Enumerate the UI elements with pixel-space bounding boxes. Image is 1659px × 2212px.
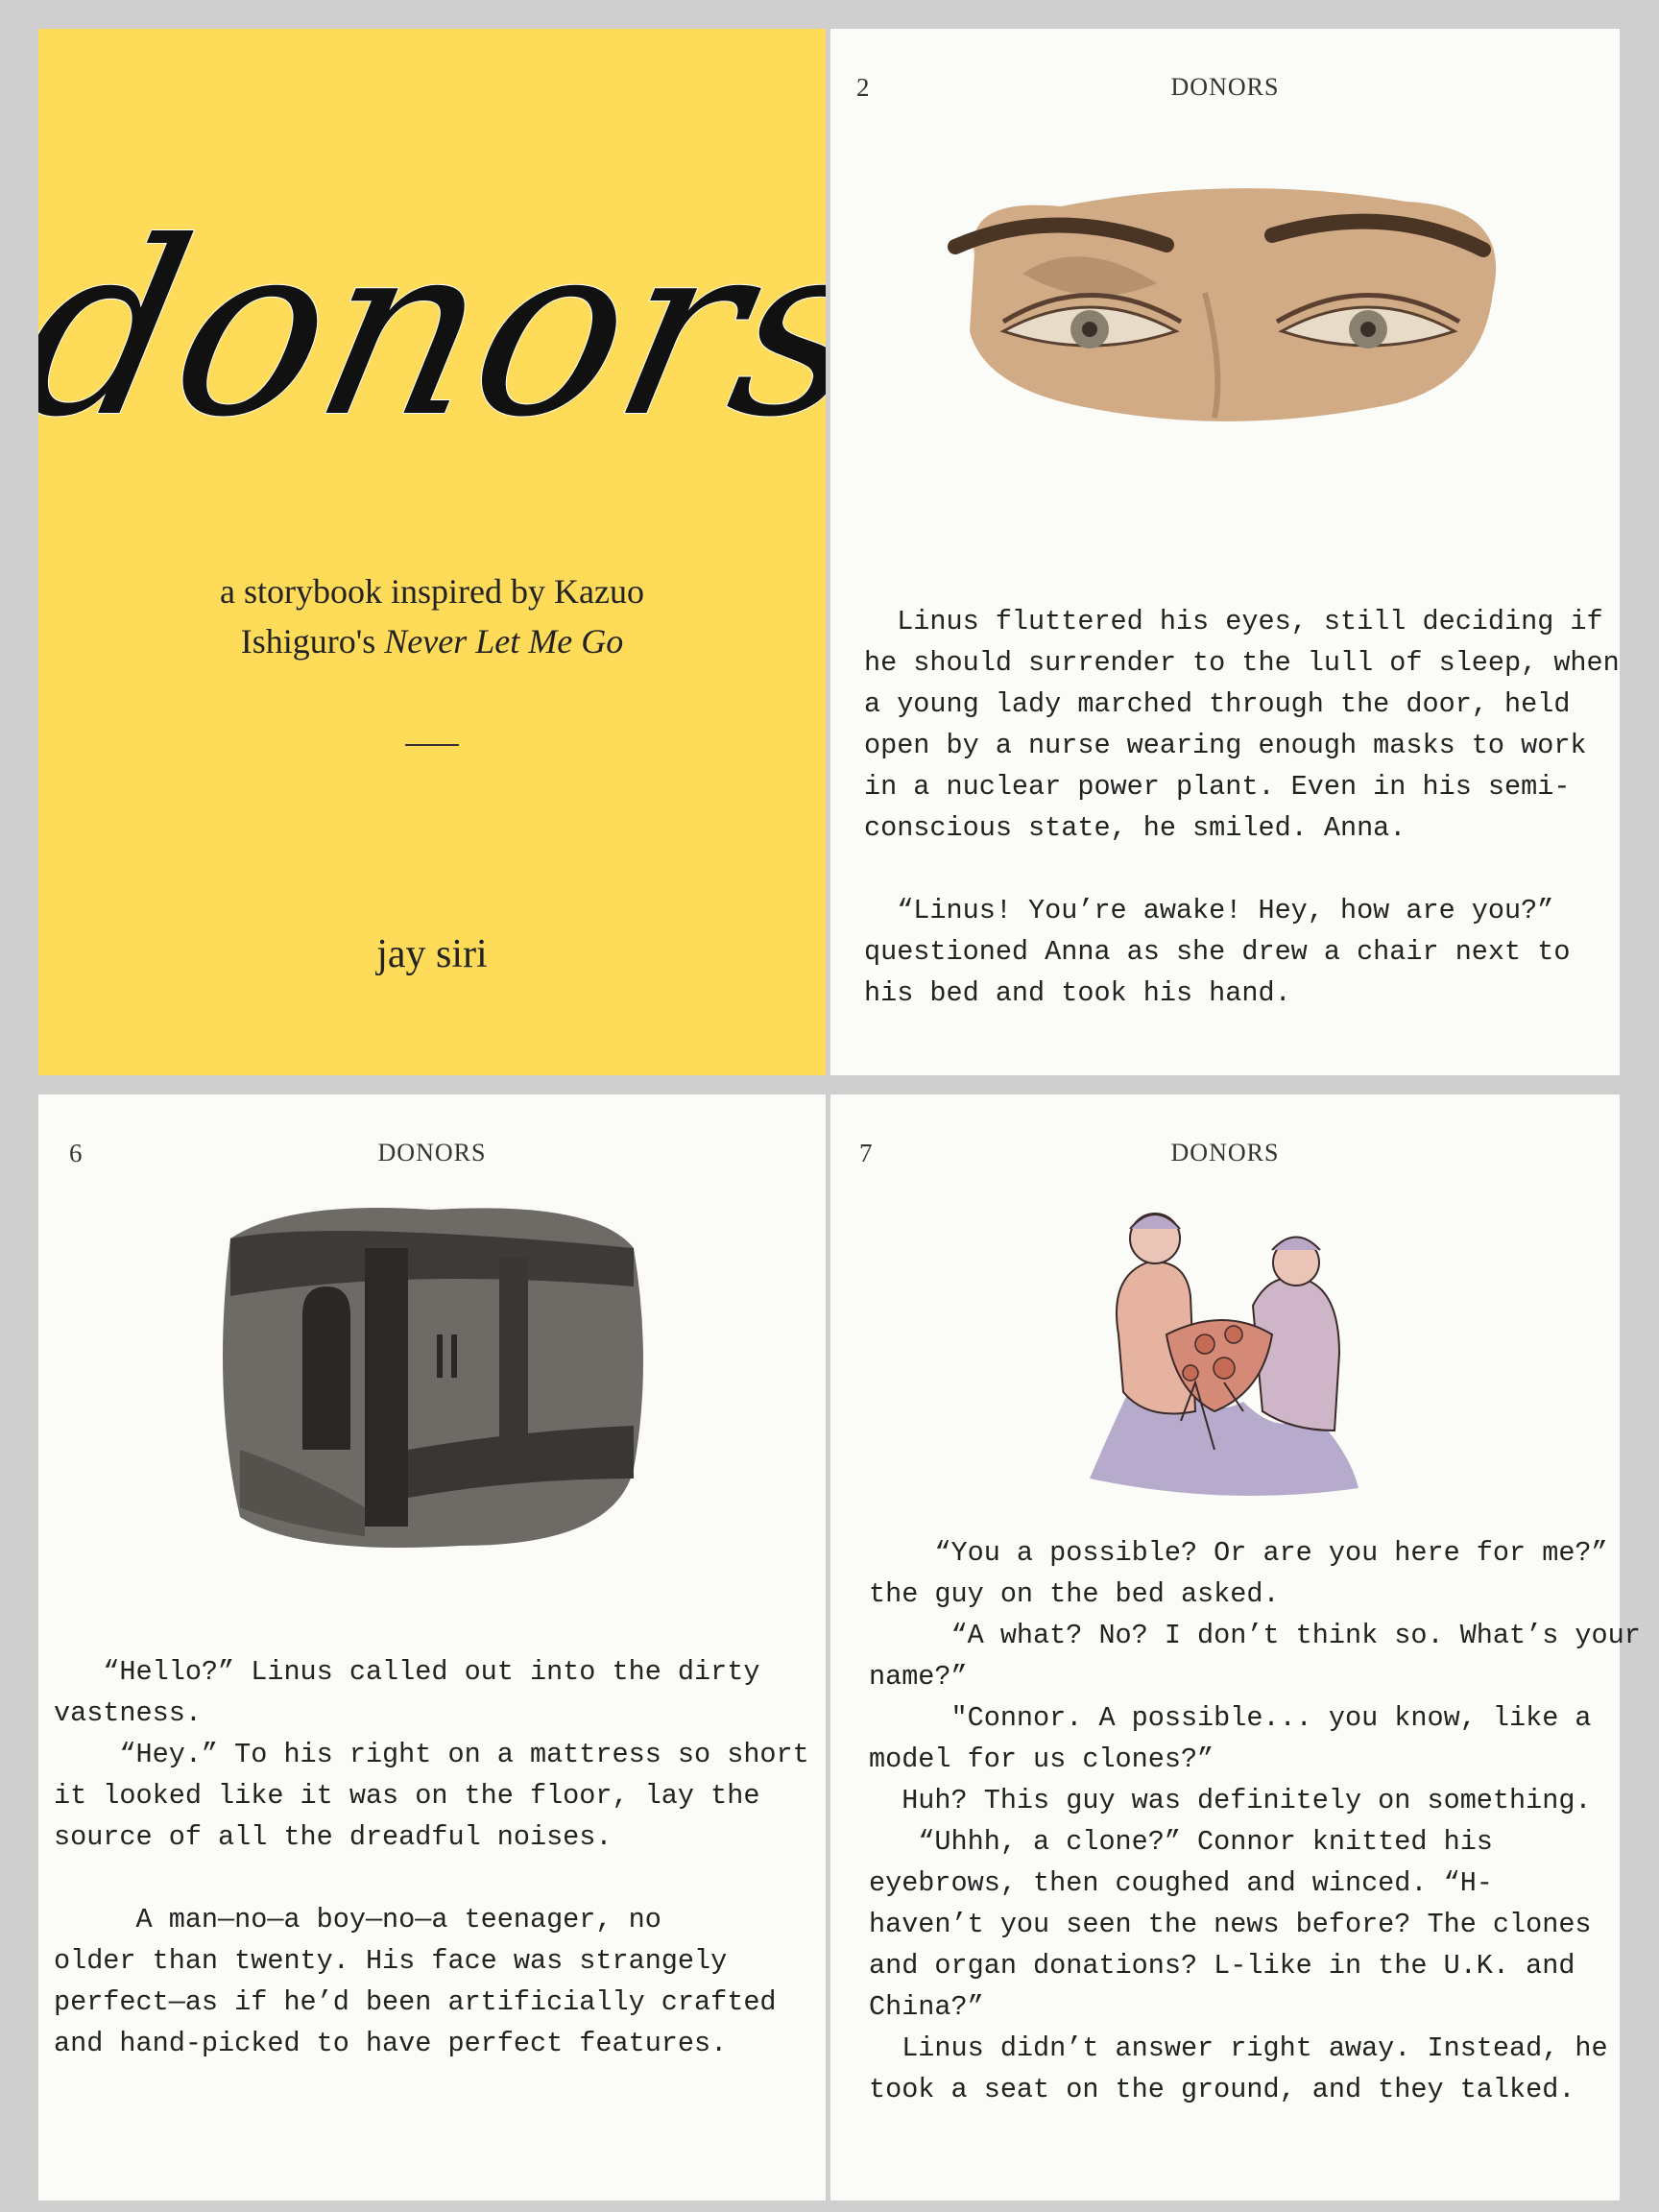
cover-divider bbox=[405, 744, 459, 746]
cover-author: jay siri bbox=[376, 932, 488, 976]
cover-title: donors bbox=[38, 190, 826, 470]
running-head: DONORS bbox=[377, 1139, 487, 1166]
surgeons-illustration bbox=[1090, 1213, 1358, 1496]
page-7-text: “You a possible? Or are you here for me?… bbox=[869, 1537, 1641, 2105]
subtitle-prefix: Ishiguro's bbox=[240, 622, 385, 661]
running-head: DONORS bbox=[1170, 1139, 1280, 1166]
book-title-italic: Never Let Me Go bbox=[384, 622, 624, 661]
subtitle-line-1: a storybook inspired by Kazuo bbox=[220, 572, 644, 611]
title-script: donors bbox=[38, 189, 826, 471]
eyes-illustration bbox=[948, 188, 1497, 421]
running-head: DONORS bbox=[1170, 73, 1280, 101]
cover-page: donors a storybook inspired by Kazuo Ish… bbox=[38, 29, 826, 1075]
page-6-text: “Hello?” Linus called out into the dirty… bbox=[54, 1656, 809, 2059]
subtitle-line-2: Ishiguro's Never Let Me Go bbox=[38, 616, 826, 666]
dark-room-illustration bbox=[223, 1208, 643, 1548]
page-2: 2 DONORS Linus fluttered his eyes, still… bbox=[830, 29, 1620, 1075]
page-6: 6 DONORS “Hello?” Linus called out into … bbox=[38, 1094, 826, 2200]
page-7: 7 DONORS “You a possible? Or are you her… bbox=[830, 1094, 1641, 2200]
cover-subtitle: a storybook inspired by Kazuo Ishiguro's… bbox=[38, 566, 826, 666]
page-2-text: Linus fluttered his eyes, still deciding… bbox=[864, 606, 1620, 1009]
